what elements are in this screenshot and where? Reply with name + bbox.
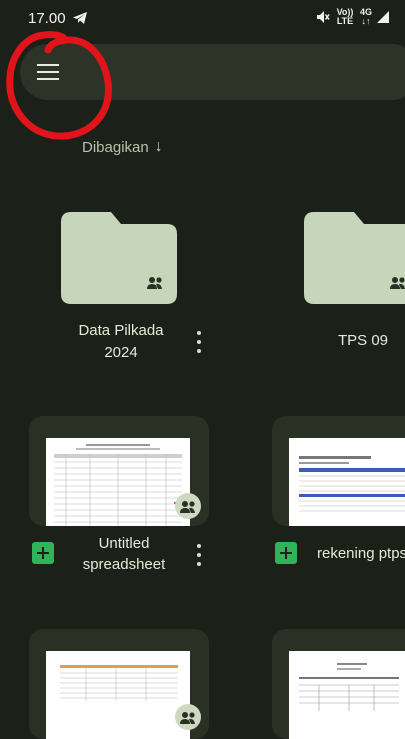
file-name-line2: spreadsheet [82,556,166,573]
more-options-icon[interactable] [193,544,205,566]
folder-name-line2: 2024 [104,344,138,361]
file-thumbnail [289,438,405,526]
folder-icon [61,212,177,304]
file-card[interactable] [29,629,209,739]
mute-icon [316,11,330,23]
spreadsheet-preview [60,665,178,701]
folder-card[interactable]: Data Pilkada 2024 [40,200,220,370]
status-indicators: Vo)) LTE 4G ↓↑ [316,8,389,26]
menu-button[interactable] [26,52,70,92]
shared-badge [175,493,201,519]
search-bar[interactable] [20,44,405,100]
folder-card[interactable]: TPS 09 [283,200,405,370]
file-name: Untitled spreadsheet [64,533,184,575]
spreadsheet-preview [54,444,182,526]
folder-name: TPS 09 [337,332,389,349]
file-card[interactable] [29,416,209,526]
file-card[interactable] [272,629,405,739]
file-thumbnail [289,651,405,739]
file-thumbnail [46,651,190,739]
folder-name: Data Pilkada 2024 [56,320,186,364]
people-icon [180,500,195,513]
folder-name-line1: Data Pilkada [78,322,164,339]
data-arrows-icon: ↓↑ [361,16,371,26]
shared-badge [175,704,201,730]
file-name-line1: Untitled [98,535,150,552]
section-header[interactable]: Dibagikan ↓ [20,138,163,156]
hamburger-menu-icon [37,64,59,80]
signal-icon [377,11,389,23]
folder-icon [304,212,405,304]
status-bar: 17.00 Vo)) LTE 4G ↓↑ [0,0,405,36]
people-icon [180,711,195,724]
google-sheets-icon [32,542,54,564]
google-sheets-icon [275,542,297,564]
telegram-icon [73,12,87,24]
volte-indicator: Vo)) LTE [336,7,354,26]
section-title: Dibagikan [82,138,149,156]
document-preview [299,663,399,711]
network-type: 4G ↓↑ [360,8,372,26]
spreadsheet-preview [299,456,405,512]
file-card[interactable] [272,416,405,526]
status-time: 17.00 [28,10,66,27]
more-options-icon[interactable] [193,331,205,353]
arrow-down-icon[interactable]: ↓ [155,138,163,156]
file-name: rekening ptps [317,545,405,562]
file-thumbnail [46,438,190,526]
